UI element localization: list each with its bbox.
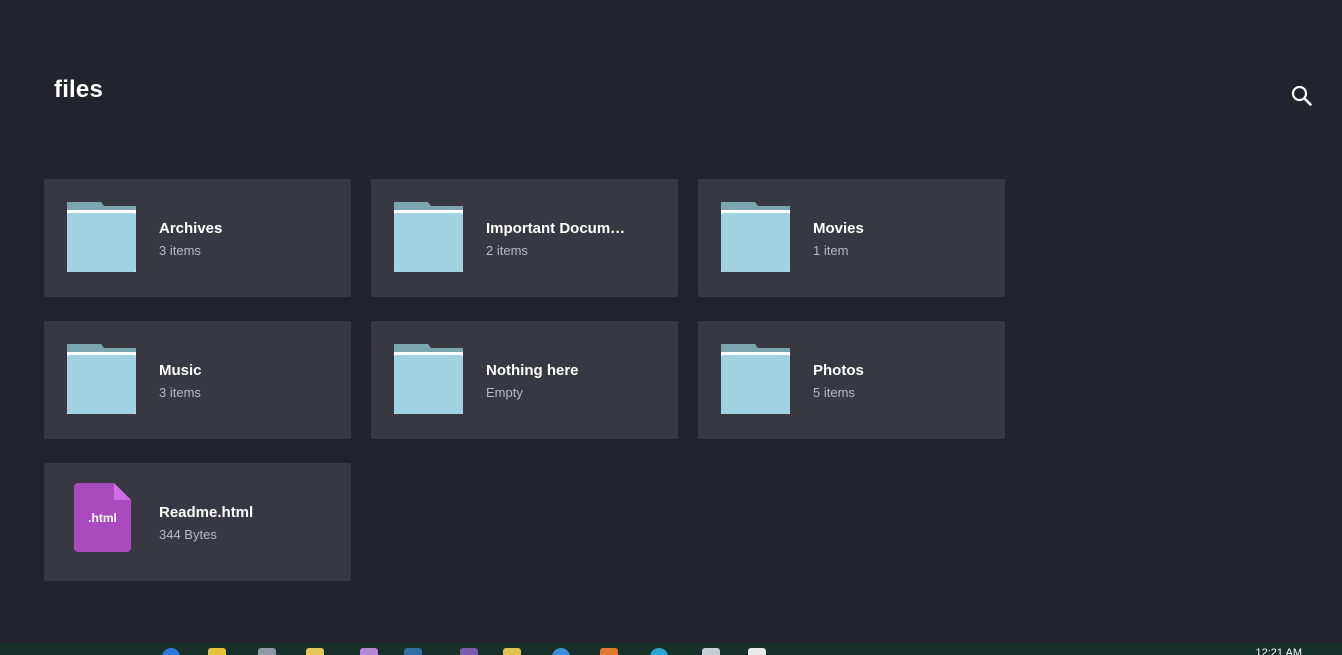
- taskbar-app-icon[interactable]: [162, 648, 180, 655]
- tile-item-count: 1 item: [813, 243, 849, 258]
- folder-tile-nothing-here[interactable]: Nothing here Empty: [371, 321, 678, 439]
- tile-name: Important Docume…: [486, 220, 631, 237]
- folder-tile-movies[interactable]: Movies 1 item: [698, 179, 1005, 297]
- taskbar-app-icon[interactable]: [306, 648, 324, 655]
- tile-file-size: 344 Bytes: [159, 527, 217, 542]
- taskbar-app-icon[interactable]: [208, 648, 226, 655]
- tile-name: Movies: [813, 220, 864, 237]
- file-browser-window: files Archives 3 items Important Docume……: [0, 0, 1342, 643]
- folder-tile-archives[interactable]: Archives 3 items: [44, 179, 351, 297]
- taskbar-app-icon[interactable]: [600, 648, 618, 655]
- taskbar-app-icon[interactable]: [460, 648, 478, 655]
- taskbar-app-icon[interactable]: [503, 648, 521, 655]
- taskbar-app-icon[interactable]: [552, 648, 570, 655]
- folder-icon: [394, 344, 463, 414]
- taskbar-app-icon[interactable]: [702, 648, 720, 655]
- taskbar-app-icon[interactable]: [404, 648, 422, 655]
- tile-name: Music: [159, 362, 202, 379]
- folder-icon: [67, 344, 136, 414]
- tile-item-count: 2 items: [486, 243, 528, 258]
- search-button[interactable]: [1288, 82, 1316, 110]
- search-icon: [1291, 85, 1312, 106]
- taskbar-clock[interactable]: 12:21 AM: [1256, 647, 1302, 655]
- taskbar: 12:21 AM: [0, 643, 1342, 655]
- tile-name: Nothing here: [486, 362, 579, 379]
- tile-item-count: 3 items: [159, 385, 201, 400]
- folder-icon: [721, 344, 790, 414]
- file-tile-readme[interactable]: .html Readme.html 344 Bytes: [44, 463, 351, 581]
- taskbar-app-icon[interactable]: [258, 648, 276, 655]
- file-extension-label: .html: [88, 510, 117, 525]
- html-file-icon: .html: [74, 483, 131, 552]
- tile-name: Archives: [159, 220, 223, 237]
- file-grid: Archives 3 items Important Docume… 2 ite…: [44, 179, 1006, 581]
- tile-item-count: 5 items: [813, 385, 855, 400]
- taskbar-app-icon[interactable]: [650, 648, 668, 655]
- tile-name: Photos: [813, 362, 864, 379]
- tile-item-count: 3 items: [159, 243, 201, 258]
- folder-icon: [67, 202, 136, 272]
- taskbar-app-icon[interactable]: [748, 648, 766, 655]
- folder-tile-photos[interactable]: Photos 5 items: [698, 321, 1005, 439]
- folder-tile-important-documents[interactable]: Important Docume… 2 items: [371, 179, 678, 297]
- tile-item-count: Empty: [486, 385, 523, 400]
- tile-name: Readme.html: [159, 504, 254, 521]
- folder-icon: [721, 202, 790, 272]
- folder-icon: [394, 202, 463, 272]
- taskbar-app-icon[interactable]: [360, 648, 378, 655]
- page-title: files: [54, 76, 104, 103]
- folder-tile-music[interactable]: Music 3 items: [44, 321, 351, 439]
